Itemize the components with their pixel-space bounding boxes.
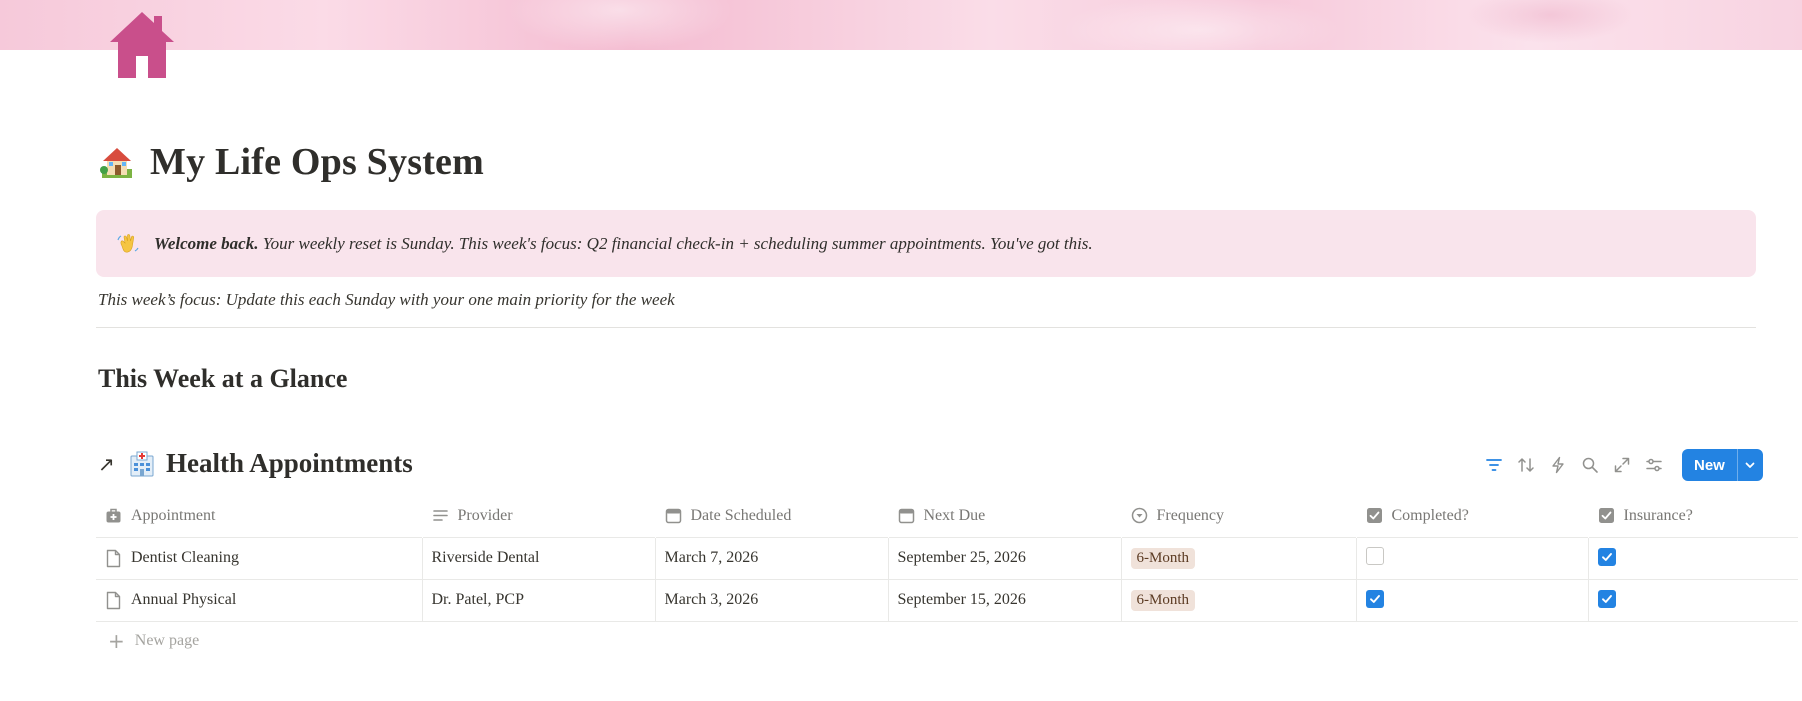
column-header-insurance[interactable]: Insurance? (1588, 495, 1798, 537)
column-label: Completed? (1391, 506, 1469, 524)
home-icon[interactable] (106, 10, 178, 80)
insurance-cell (1587, 536, 1798, 579)
next-due-cell[interactable]: September 15, 2026 (887, 578, 1121, 622)
chevron-down-icon (1745, 462, 1755, 468)
database-header: ↗ Health Appointments (98, 448, 413, 479)
expand-icon (1614, 457, 1630, 473)
welcome-callout[interactable]: Welcome back. Your weekly reset is Sunda… (96, 210, 1756, 277)
open-database-arrow-icon[interactable]: ↗ (98, 452, 118, 476)
health-appointments-table: Appointment Provider Date Scheduled Next… (96, 495, 1798, 622)
date-scheduled-cell[interactable]: March 7, 2026 (654, 536, 888, 579)
page-title-row: My Life Ops System (98, 140, 484, 184)
search-button[interactable] (1574, 449, 1606, 481)
column-label: Frequency (1156, 506, 1225, 524)
insurance-checkbox[interactable] (1597, 590, 1616, 608)
column-label: Appointment (131, 506, 216, 524)
appointment-name: Annual Physical (131, 591, 237, 608)
hospital-icon (130, 451, 154, 476)
checkbox-icon (1366, 508, 1382, 524)
column-header-next-due[interactable]: Next Due (888, 495, 1121, 537)
calendar-icon (665, 509, 681, 524)
new-page-label: New page (134, 632, 200, 649)
database-toolbar: New (1478, 449, 1763, 481)
text-lines-icon (432, 510, 448, 522)
insurance-cell (1587, 578, 1798, 622)
checkbox-icon (1598, 508, 1614, 524)
sort-button[interactable] (1510, 449, 1542, 481)
check-icon (1369, 595, 1380, 603)
column-header-completed[interactable]: Completed? (1356, 495, 1588, 537)
select-icon (1131, 508, 1147, 524)
column-label: Provider (457, 506, 513, 524)
waving-hand-icon (117, 233, 139, 252)
filter-button[interactable] (1478, 449, 1510, 481)
column-header-frequency[interactable]: Frequency (1121, 495, 1356, 537)
appointment-cell[interactable]: Annual Physical (96, 578, 422, 622)
frequency-tag: 6-Month (1130, 589, 1195, 611)
plus-icon: + (108, 629, 125, 653)
settings-button[interactable] (1638, 449, 1670, 481)
callout-bold-text: Welcome back. (154, 233, 259, 253)
completed-cell (1355, 578, 1588, 622)
new-dropdown-button[interactable] (1736, 449, 1763, 481)
automation-button[interactable] (1542, 449, 1574, 481)
divider (96, 327, 1756, 328)
date-scheduled-cell[interactable]: March 3, 2026 (654, 578, 888, 622)
column-header-date-scheduled[interactable]: Date Scheduled (655, 495, 888, 537)
insurance-checkbox[interactable] (1597, 548, 1616, 566)
database-title[interactable]: Health Appointments (166, 448, 413, 479)
frequency-cell[interactable]: 6-Month (1120, 536, 1356, 579)
automation-icon (1552, 456, 1564, 474)
next-due-cell[interactable]: September 25, 2026 (887, 536, 1121, 579)
callout-text: Welcome back. Your weekly reset is Sunda… (154, 234, 1093, 254)
expand-button[interactable] (1606, 449, 1638, 481)
completed-checkbox[interactable] (1365, 546, 1384, 565)
table-row[interactable]: Dentist Cleaning Riverside Dental March … (96, 536, 1798, 579)
completed-checkbox[interactable] (1365, 590, 1384, 608)
new-page-button[interactable]: + New page (108, 631, 199, 651)
frequency-cell[interactable]: 6-Month (1120, 578, 1356, 622)
column-header-appointment[interactable]: Appointment (96, 495, 422, 537)
section-heading[interactable]: This Week at a Glance (98, 364, 347, 394)
appointment-cell[interactable]: Dentist Cleaning (96, 536, 422, 579)
table-row[interactable]: Annual Physical Dr. Patel, PCP March 3, … (96, 578, 1798, 622)
provider-cell[interactable]: Riverside Dental (421, 536, 655, 579)
check-icon (1601, 553, 1612, 561)
callout-body-text: Your weekly reset is Sunday. This week's… (258, 233, 1093, 253)
weekly-focus-line[interactable]: This week’s focus: Update this each Sund… (98, 290, 675, 310)
filter-icon (1486, 459, 1502, 471)
settings-icon (1646, 458, 1662, 472)
check-icon (1601, 595, 1612, 603)
search-icon (1582, 457, 1598, 473)
column-label: Insurance? (1623, 506, 1693, 524)
provider-cell[interactable]: Dr. Patel, PCP (421, 578, 655, 622)
page-cover (0, 0, 1802, 50)
new-button-group: New (1682, 449, 1763, 481)
page-icon (106, 591, 121, 609)
house-with-garden-icon (100, 148, 132, 178)
column-label: Date Scheduled (690, 506, 792, 524)
column-label: Next Due (923, 506, 986, 524)
page-icon (106, 549, 121, 567)
medkit-icon (106, 509, 121, 523)
completed-cell (1355, 536, 1588, 579)
page-title[interactable]: My Life Ops System (150, 140, 484, 184)
frequency-tag: 6-Month (1130, 547, 1195, 569)
sort-icon (1518, 458, 1534, 472)
calendar-icon (898, 509, 914, 524)
appointment-name: Dentist Cleaning (131, 549, 239, 566)
table-header-row: Appointment Provider Date Scheduled Next… (96, 495, 1798, 537)
column-header-provider[interactable]: Provider (422, 495, 655, 537)
new-button[interactable]: New (1682, 449, 1737, 481)
